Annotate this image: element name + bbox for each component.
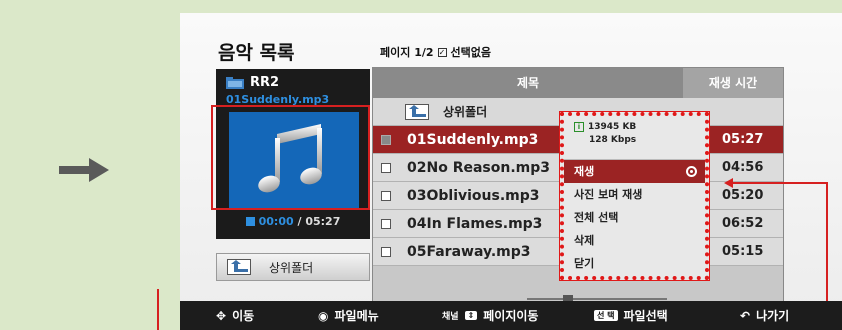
back-icon: ↶ [740, 308, 751, 323]
select-key-badge: 선 택 [594, 310, 618, 321]
channel-label: 채널 [442, 312, 459, 322]
radio-selected-icon [686, 166, 697, 177]
menu-item-play-with-photos[interactable]: 사진 보며 재생 [564, 183, 705, 206]
right-arrow-icon [59, 158, 109, 182]
file-size: 13945 KB [588, 122, 637, 132]
file-name: 05Faraway.mp3 [407, 243, 531, 260]
file-options-popup: i 13945 KB 128 Kbps 재생 사진 보며 재생 전체 선택 삭제… [559, 111, 710, 281]
elapsed-time: 00:00 [258, 215, 294, 228]
column-duration: 재생 시간 [683, 68, 783, 98]
annotation-arrow-icon [724, 178, 733, 188]
file-checkbox[interactable] [381, 134, 391, 145]
nav-file-select-label: 파일선택 [623, 309, 668, 323]
file-name: 04In Flames.mp3 [407, 215, 543, 232]
menu-item-delete[interactable]: 삭제 [564, 229, 705, 252]
column-title: 제목 [516, 76, 540, 90]
page-number: 페이지 1/2 [380, 46, 434, 59]
nav-file-select[interactable]: 선 택 파일선택 [594, 307, 668, 324]
list-header: 제목 재생 시간 [373, 68, 783, 98]
nav-move[interactable]: ✥ 이동 [216, 307, 254, 324]
ok-button-icon: ◉ [318, 308, 329, 323]
annotation-line [733, 182, 828, 184]
navigation-bar: ✥ 이동 ◉ 파일메뉴 채널 ⇕ 페이지이동 선 택 파일선택 ↶ 나가기 [180, 301, 842, 330]
file-checkbox[interactable] [381, 162, 391, 173]
file-duration: 04:56 [722, 160, 764, 175]
scrollbar[interactable] [527, 295, 667, 301]
nav-page-move[interactable]: 채널 ⇕ 페이지이동 [442, 307, 538, 324]
file-duration: 05:15 [722, 244, 764, 259]
page-info: 페이지 1/2 ✓ 선택없음 [380, 44, 491, 60]
up-folder-button[interactable]: 상위폴더 [216, 253, 370, 281]
file-checkbox[interactable] [381, 246, 391, 257]
menu-item-label: 재생 [574, 165, 595, 178]
annotation-album-box [211, 105, 370, 210]
annotation-line [157, 289, 159, 330]
up-folder-icon [227, 259, 251, 275]
up-folder-icon [405, 103, 429, 120]
file-duration: 06:52 [722, 216, 764, 231]
file-duration: 05:20 [722, 188, 764, 203]
select-none-label: 선택없음 [450, 46, 491, 59]
info-icon: i [574, 122, 584, 132]
up-folder-label: 상위폴더 [269, 260, 314, 275]
stop-icon [245, 217, 255, 226]
nav-file-menu-label: 파일메뉴 [334, 309, 379, 323]
page-title: 음악 목록 [218, 42, 295, 64]
total-time: / 05:27 [297, 215, 341, 228]
dpad-icon: ✥ [216, 308, 227, 323]
channel-updown-icon: ⇕ [464, 311, 478, 320]
nav-move-label: 이동 [232, 309, 255, 323]
file-duration: 05:27 [722, 132, 764, 147]
menu-item-play[interactable]: 재생 [564, 160, 705, 183]
playback-time: 00:00 / 05:27 [216, 215, 370, 228]
file-name: 01Suddenly.mp3 [407, 131, 539, 148]
file-info: i 13945 KB 128 Kbps [564, 116, 705, 160]
menu-item-close[interactable]: 닫기 [564, 252, 705, 275]
folder-line: RR2 [226, 75, 279, 90]
up-folder-row-label: 상위폴더 [443, 105, 488, 119]
file-bitrate: 128 Kbps [589, 135, 637, 145]
file-checkbox[interactable] [381, 190, 391, 201]
nav-exit[interactable]: ↶ 나가기 [740, 307, 789, 324]
folder-name: RR2 [250, 75, 280, 90]
nav-page-move-label: 페이지이동 [483, 309, 539, 323]
nav-file-menu[interactable]: ◉ 파일메뉴 [318, 307, 379, 324]
file-name: 03Oblivious.mp3 [407, 187, 540, 204]
file-checkbox[interactable] [381, 218, 391, 229]
nav-exit-label: 나가기 [756, 309, 790, 323]
file-name: 02No Reason.mp3 [407, 159, 551, 176]
folder-icon [226, 76, 244, 89]
menu-item-select-all[interactable]: 전체 선택 [564, 206, 705, 229]
checkbox-icon: ✓ [437, 47, 447, 57]
